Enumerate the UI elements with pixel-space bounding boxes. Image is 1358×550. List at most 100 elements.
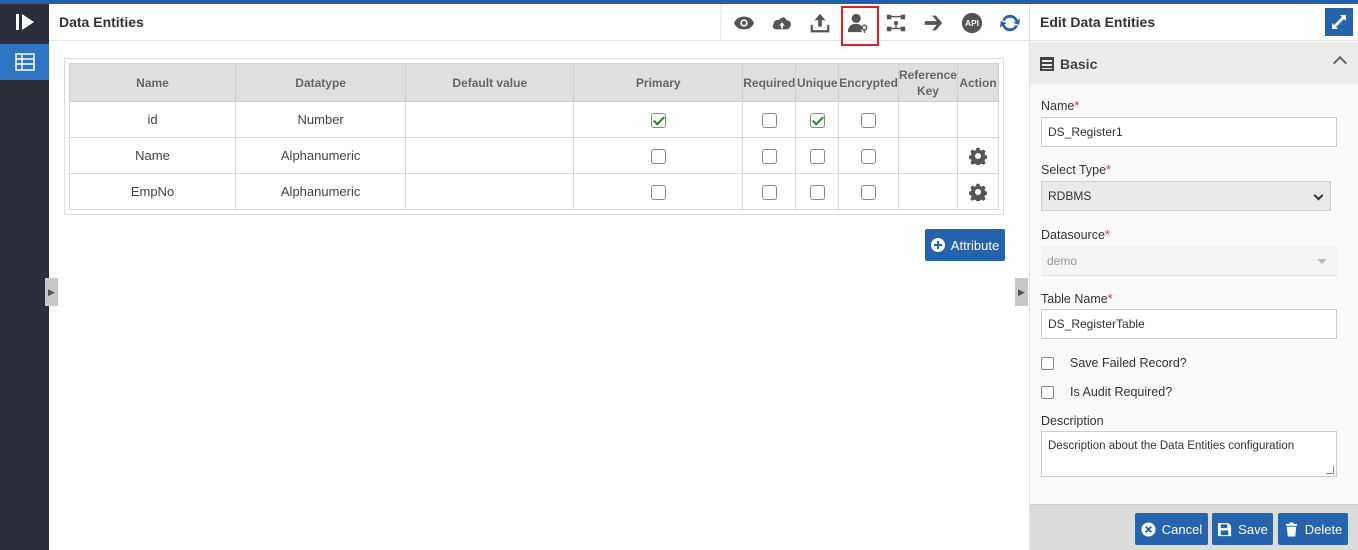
table-name-label: Table Name*	[1041, 292, 1113, 306]
attribute-name-cell[interactable]: EmpNo	[68, 173, 237, 210]
forward-button[interactable]	[915, 4, 953, 41]
save-failed-record-label: Save Failed Record?	[1070, 356, 1187, 370]
save-icon	[1218, 522, 1232, 536]
action-cell	[956, 173, 1000, 210]
column-header-required[interactable]: Required	[742, 63, 797, 102]
chevron-down-icon	[1313, 190, 1324, 201]
description-label: Description	[1041, 414, 1104, 428]
table-name-input[interactable]: DS_RegisterTable	[1041, 309, 1337, 339]
preview-button[interactable]	[725, 4, 763, 41]
audit-required-checkbox[interactable]	[1041, 385, 1054, 399]
primary-checkbox[interactable]	[650, 184, 666, 200]
plus-circle-icon	[930, 238, 945, 252]
user-settings-button[interactable]	[839, 4, 879, 46]
page-title: Data Entities	[59, 14, 144, 30]
default-value-cell[interactable]	[405, 137, 575, 174]
reference-key-cell[interactable]	[897, 101, 958, 138]
eye-icon	[733, 16, 755, 29]
save-label: Save	[1238, 521, 1268, 537]
required-checkbox[interactable]	[761, 112, 777, 128]
table-row[interactable]: id Number	[68, 101, 1000, 138]
reference-key-line-2: Key	[916, 83, 939, 98]
chevron-up-icon[interactable]	[1332, 55, 1348, 71]
encrypted-cell	[838, 101, 899, 138]
primary-cell	[573, 101, 744, 138]
toolbar-divider	[720, 4, 721, 41]
delete-button[interactable]: Delete	[1278, 513, 1348, 545]
encrypted-checkbox[interactable]	[861, 112, 877, 128]
basic-section-header[interactable]: Basic	[1030, 42, 1358, 84]
edit-panel-header: Edit Data Entities	[1030, 4, 1358, 41]
column-header-unique[interactable]: Unique	[795, 63, 840, 102]
reference-key-cell[interactable]	[897, 137, 958, 174]
encrypted-cell	[838, 173, 899, 210]
required-checkbox[interactable]	[761, 148, 777, 164]
column-header-name[interactable]: Name	[68, 63, 237, 102]
left-rail	[0, 4, 49, 550]
gear-icon[interactable]	[968, 147, 987, 165]
default-value-cell[interactable]	[405, 173, 575, 210]
basic-section-title: Basic	[1060, 56, 1098, 72]
unique-checkbox[interactable]	[809, 184, 825, 200]
datatype-cell[interactable]: Alphanumeric	[235, 137, 407, 174]
datasource-dropdown[interactable]: demo	[1041, 246, 1337, 276]
primary-checkbox[interactable]	[650, 148, 666, 164]
column-header-action[interactable]: Action	[956, 63, 1000, 102]
unique-cell	[795, 101, 840, 138]
refresh-button[interactable]	[991, 4, 1029, 41]
datatype-cell[interactable]: Number	[235, 101, 407, 138]
save-failed-record-row: Save Failed Record?	[1041, 356, 1187, 370]
trash-icon	[1285, 521, 1297, 537]
required-checkbox[interactable]	[761, 184, 777, 200]
data-entities-nav-icon[interactable]	[0, 44, 49, 80]
expand-button[interactable]	[1325, 8, 1353, 36]
column-header-default[interactable]: Default value	[405, 63, 575, 102]
datatype-cell[interactable]: Alphanumeric	[235, 173, 407, 210]
save-failed-record-checkbox[interactable]	[1041, 356, 1054, 370]
column-header-reference-key[interactable]: Reference Key	[897, 63, 958, 102]
unique-checkbox[interactable]	[809, 112, 825, 128]
main-header: Data Entities API	[49, 4, 1029, 46]
required-cell	[742, 101, 797, 138]
default-value-cell[interactable]	[405, 101, 575, 138]
main-panel: Data Entities API Name Datatype Default …	[45, 4, 1029, 550]
attributes-table: Name Datatype Default value Primary Requ…	[68, 63, 1000, 210]
form-icon	[1040, 57, 1054, 71]
primary-checkbox[interactable]	[650, 112, 666, 128]
column-header-datatype[interactable]: Datatype	[235, 63, 407, 102]
cancel-button[interactable]: Cancel	[1135, 513, 1208, 545]
cloud-button[interactable]	[763, 4, 801, 41]
select-type-dropdown[interactable]: RDBMS	[1041, 181, 1331, 211]
name-input[interactable]: DS_Register1	[1041, 117, 1337, 147]
encrypted-cell	[838, 137, 899, 174]
relations-button[interactable]	[877, 4, 915, 41]
column-header-encrypted[interactable]: Encrypted	[838, 63, 899, 102]
gear-icon[interactable]	[968, 183, 987, 201]
relation-icon	[886, 14, 906, 31]
encrypted-checkbox[interactable]	[861, 148, 877, 164]
description-textarea[interactable]: Description about the Data Entities conf…	[1041, 431, 1337, 477]
edit-panel: Edit Data Entities Basic Name* DS_Regist…	[1029, 4, 1358, 550]
logo-icon[interactable]	[14, 12, 36, 32]
audit-required-row: Is Audit Required?	[1041, 385, 1172, 399]
upload-button[interactable]	[801, 4, 839, 41]
required-cell	[742, 173, 797, 210]
column-header-primary[interactable]: Primary	[573, 63, 744, 102]
resize-handle-icon[interactable]	[1326, 466, 1334, 474]
action-cell	[956, 137, 1000, 174]
unique-cell	[795, 173, 840, 210]
attribute-name-cell[interactable]: id	[68, 101, 237, 138]
attribute-name-cell[interactable]: Name	[68, 137, 237, 174]
encrypted-checkbox[interactable]	[861, 184, 877, 200]
table-row[interactable]: EmpNo Alphanumeric	[68, 173, 1000, 210]
add-attribute-button[interactable]: Attribute	[925, 229, 1005, 261]
reference-key-cell[interactable]	[897, 173, 958, 210]
cancel-label: Cancel	[1161, 521, 1203, 537]
api-button[interactable]: API	[953, 4, 991, 41]
unique-checkbox[interactable]	[809, 148, 825, 164]
table-row[interactable]: Name Alphanumeric	[68, 137, 1000, 174]
right-collapse-handle[interactable]: ▶	[1015, 278, 1028, 306]
name-label: Name*	[1041, 99, 1080, 113]
left-collapse-handle[interactable]: ▶	[45, 278, 58, 306]
save-button[interactable]: Save	[1212, 513, 1273, 545]
